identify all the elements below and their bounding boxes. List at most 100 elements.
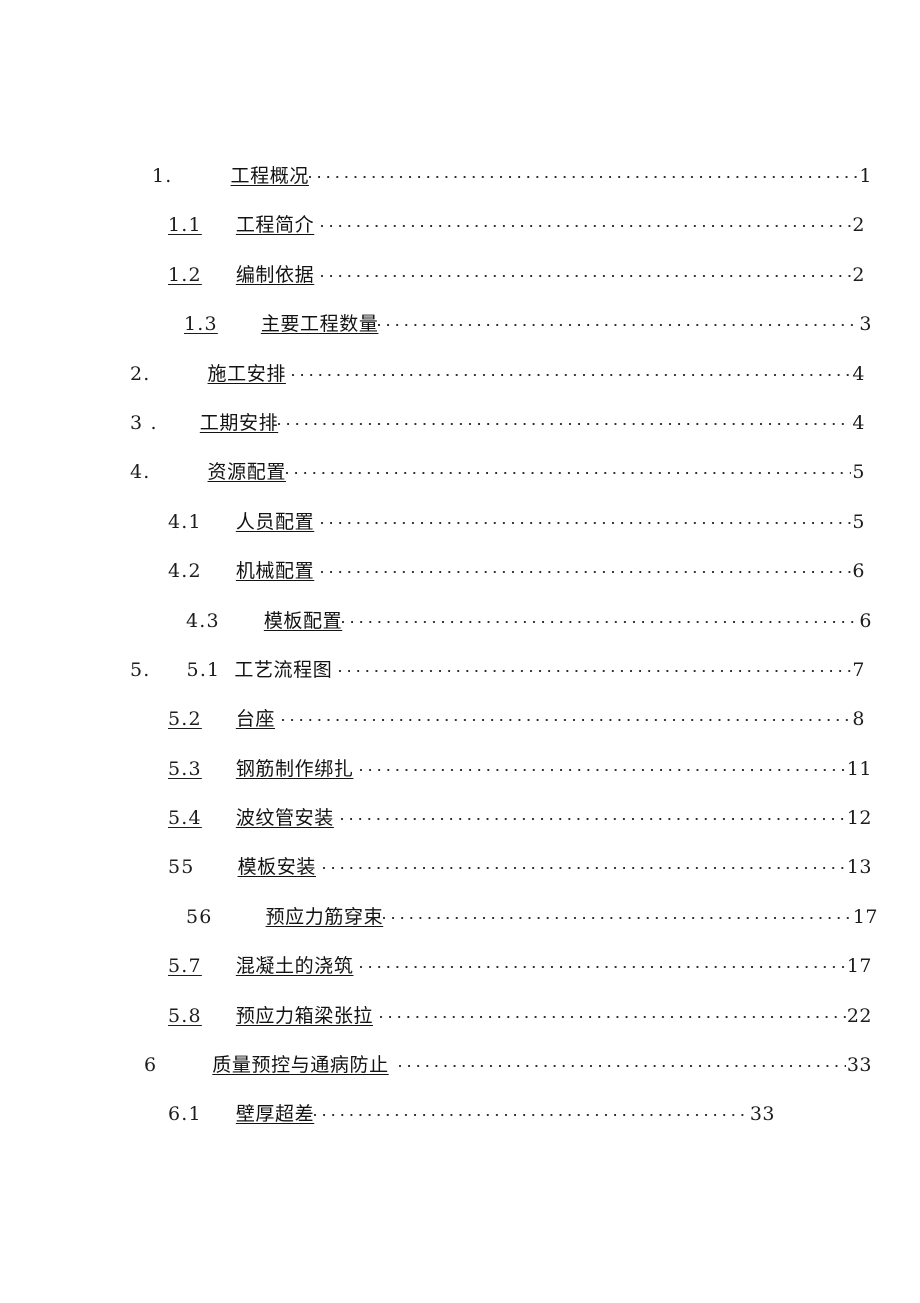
toc-entry-title[interactable]: 质量预控与通病防止: [212, 1053, 388, 1077]
toc-entry-title[interactable]: 钢筋制作绑扎: [236, 757, 354, 781]
toc-entry-page-number[interactable]: 17: [852, 905, 878, 929]
toc-leader-dots: [342, 607, 859, 627]
toc-entry-page-number[interactable]: 6: [851, 559, 865, 583]
toc-entry-page-number[interactable]: 5: [851, 510, 865, 534]
toc-entry-page-number[interactable]: 1: [858, 164, 872, 188]
toc-entry-title[interactable]: 混凝土的浇筑: [236, 954, 354, 978]
toc-leader-dots: [383, 903, 852, 923]
toc-entry[interactable]: 6 质量预控与通病防止 33: [0, 1051, 920, 1077]
toc-entry-title[interactable]: 壁厚超差: [236, 1102, 314, 1126]
toc-entry-page-number[interactable]: 33: [749, 1102, 775, 1126]
toc-entry-subnumber: 5.1: [186, 658, 221, 681]
toc-entry-title[interactable]: 工期安排: [200, 411, 278, 435]
toc-entry-page-number[interactable]: 17: [846, 954, 872, 978]
toc-entry-number: 6.1: [168, 1103, 202, 1126]
toc-leader-dots: [398, 1051, 846, 1071]
toc-entry-page-number[interactable]: 5: [851, 460, 865, 484]
toc-entry-page-number[interactable]: 4: [851, 362, 865, 386]
toc-entry-title[interactable]: 工程概况: [231, 164, 309, 188]
toc-entry-title[interactable]: 资源配置: [208, 460, 286, 484]
toc-entry-title[interactable]: 施工安排: [208, 362, 286, 386]
toc-leader-dots: [378, 310, 859, 330]
toc-entry-title[interactable]: 波纹管安装: [236, 806, 334, 830]
toc-entry-title[interactable]: 预应力箱梁张拉: [236, 1004, 373, 1028]
toc-entry-number: 5.8: [168, 1004, 202, 1027]
toc-entry[interactable]: 55 模板安装 13: [0, 853, 920, 879]
toc-entry-number: 2.: [130, 362, 151, 385]
toc-entry[interactable]: 5.4 波纹管安装 12: [0, 804, 920, 830]
toc-entry-page-number[interactable]: 3: [858, 312, 872, 336]
toc-entry-page-number[interactable]: 7: [851, 658, 865, 682]
toc-entry-page-number[interactable]: 22: [846, 1004, 872, 1028]
toc-entry-title[interactable]: 主要工程数量: [261, 312, 379, 336]
toc-entry-number: 4.1: [168, 510, 202, 533]
toc-entry-number: 4.3: [186, 609, 220, 632]
toc-entry[interactable]: 4.2 机械配置 6: [0, 557, 920, 583]
toc-entry-number: 1.: [152, 165, 173, 187]
toc-entry-title[interactable]: 工艺流程图: [234, 658, 332, 682]
toc-leader-dots: [321, 211, 852, 231]
toc-entry[interactable]: 5.7 混凝土的浇筑 17: [0, 952, 920, 978]
toc-leader-dots: [360, 952, 846, 972]
toc-entry-title[interactable]: 机械配置: [236, 559, 314, 583]
toc-entry-title[interactable]: 人员配置: [236, 510, 314, 534]
toc-leader-dots: [339, 656, 852, 676]
toc-entry-page-number[interactable]: 6: [858, 609, 872, 633]
toc-entry-title[interactable]: 台座: [236, 707, 275, 731]
toc-entry-page-number[interactable]: 2: [851, 213, 865, 237]
toc-entry[interactable]: 4.3 模板配置 6: [0, 607, 920, 633]
toc-entry[interactable]: 5.3 钢筋制作绑扎 11: [0, 755, 920, 781]
toc-entry-number: 56: [186, 905, 213, 928]
toc-leader-dots: [321, 261, 852, 281]
toc-entry-number: 3 .: [130, 411, 158, 434]
toc-leader-dots: [314, 1100, 749, 1120]
toc-entry[interactable]: 1.2 编制依据 2: [0, 261, 920, 287]
toc-entry-number: 5.4: [168, 807, 202, 830]
toc-leader-dots: [308, 162, 859, 182]
toc-entry[interactable]: 1. 工程概况 1: [0, 162, 920, 188]
toc-entry[interactable]: 6.1 壁厚超差 33: [0, 1100, 920, 1126]
toc-entry-title[interactable]: 编制依据: [236, 263, 314, 287]
toc-entry-page-number[interactable]: 13: [846, 855, 872, 879]
toc-entry-page-number[interactable]: 4: [851, 411, 865, 435]
toc-entry-number: 5.3: [168, 757, 202, 780]
toc-entry[interactable]: 5.2 台座 8: [0, 705, 920, 731]
toc-entry-title[interactable]: 模板安装: [238, 855, 316, 879]
toc-entry-number: 6: [144, 1054, 158, 1077]
toc-leader-dots: [321, 508, 852, 528]
toc-entry[interactable]: 1.3 主要工程数量 3: [0, 310, 920, 336]
toc-entry-page-number[interactable]: 33: [846, 1053, 872, 1077]
toc-leader-dots: [285, 458, 852, 478]
toc-entry[interactable]: 5.8 预应力箱梁张拉 22: [0, 1002, 920, 1028]
toc-leader-dots: [380, 1002, 846, 1022]
toc-entry-page-number[interactable]: 2: [851, 263, 865, 287]
toc-entry[interactable]: 4.1 人员配置 5: [0, 508, 920, 534]
toc-entry-page-number[interactable]: 11: [846, 757, 872, 781]
toc-entry-title[interactable]: 预应力筋穿束: [266, 905, 384, 929]
toc-leader-dots: [282, 705, 852, 725]
toc-entry[interactable]: 2. 施工安排 4: [0, 360, 920, 386]
toc-entry-title[interactable]: 模板配置: [264, 609, 342, 633]
toc-leader-dots: [322, 853, 846, 873]
toc-page: 1. 工程概况 1 1.1 工程简介 2 1.2 编制依据 2 1.3 主要工程数量 3 2. 施工安排 4…: [0, 0, 920, 1303]
toc-entry-number: 1.2: [168, 263, 202, 286]
toc-entry[interactable]: 3 . 工期安排 4: [0, 409, 920, 435]
toc-entry[interactable]: 56 预应力筋穿束 17: [0, 903, 920, 929]
toc-entry[interactable]: 5. 5.1 工艺流程图 7: [0, 656, 920, 682]
toc-entry-page-number[interactable]: 12: [846, 806, 872, 830]
toc-entry-title[interactable]: 工程简介: [236, 213, 314, 237]
toc-entry-page-number[interactable]: 8: [851, 707, 865, 731]
toc-entry[interactable]: 1.1 工程简介 2: [0, 211, 920, 237]
toc-leader-dots: [291, 360, 852, 380]
toc-entry[interactable]: 4. 资源配置 5: [0, 458, 920, 484]
toc-entry-number: 5.7: [168, 955, 202, 978]
toc-entry-number: 55: [168, 856, 195, 879]
toc-leader-dots: [340, 804, 846, 824]
toc-entry-number: 4.: [130, 461, 151, 484]
toc-list: 1. 工程概况 1 1.1 工程简介 2 1.2 编制依据 2 1.3 主要工程数量 3 2. 施工安排 4…: [0, 162, 920, 1150]
toc-entry-number: 4.2: [168, 560, 202, 583]
toc-leader-dots: [321, 557, 852, 577]
toc-entry-number: 1.3: [184, 313, 218, 336]
toc-entry-number: 1.1: [168, 214, 202, 237]
toc-entry-number: 5.: [130, 658, 151, 681]
